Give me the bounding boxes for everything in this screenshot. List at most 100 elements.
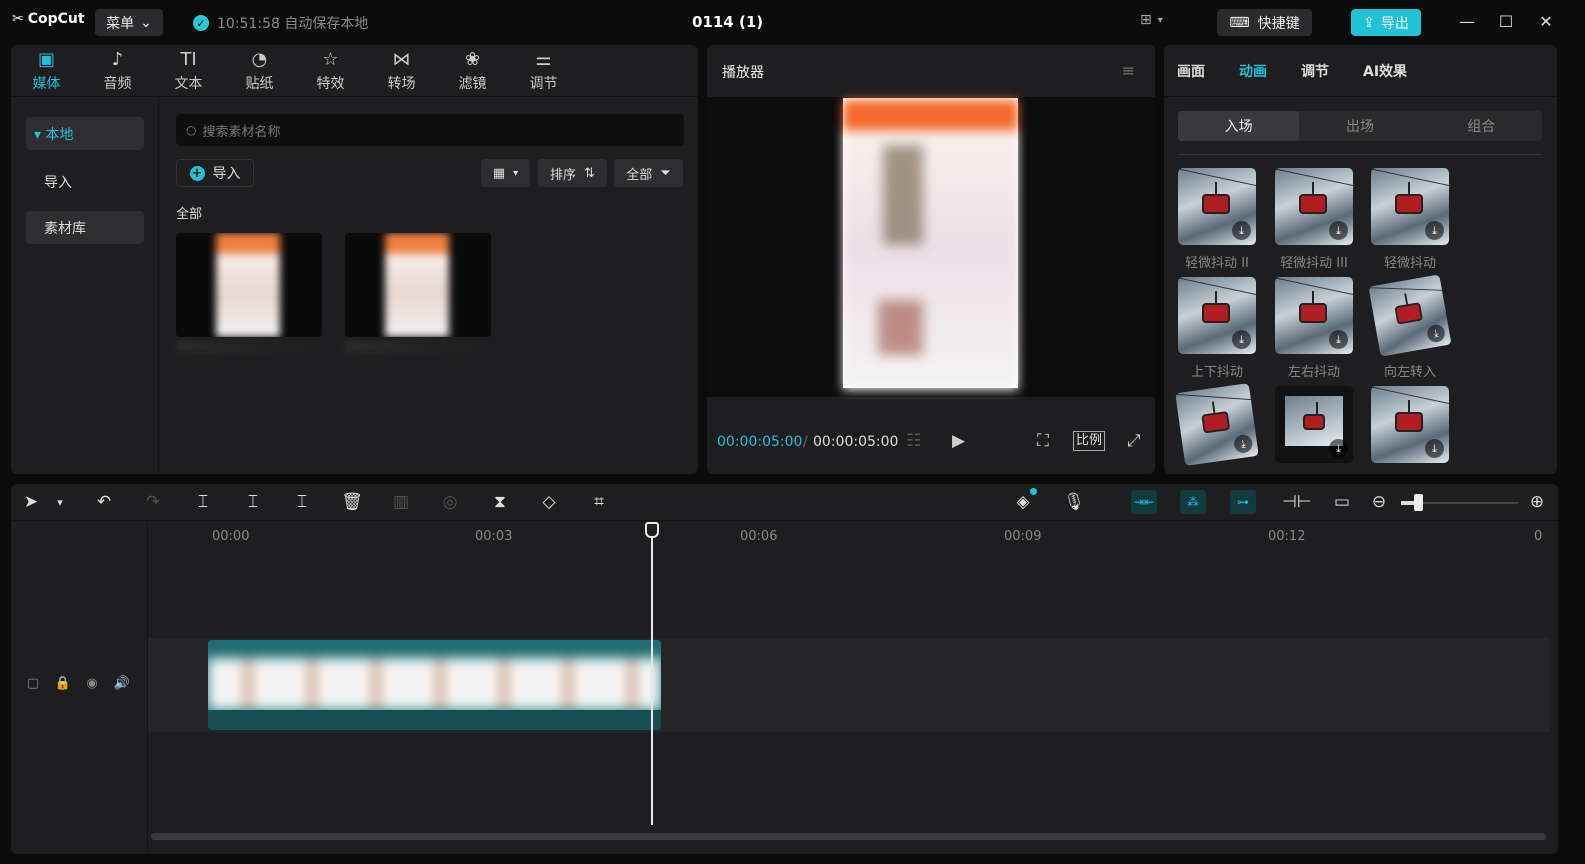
tab-adjust[interactable]: 调节 bbox=[1301, 45, 1329, 97]
search-input[interactable]: ○ 搜索素材名称 bbox=[176, 114, 684, 146]
play-icon[interactable]: ▶ bbox=[952, 431, 965, 451]
zoom-slider-handle[interactable] bbox=[1414, 494, 1423, 511]
animation-card[interactable]: ⤓ bbox=[1275, 277, 1353, 354]
import-button[interactable]: + 导入 bbox=[176, 159, 254, 187]
export-button[interactable]: ⇪ 导出 bbox=[1351, 9, 1421, 36]
autosave-text: 10:51:58 自动保存本地 bbox=[217, 16, 369, 32]
download-icon[interactable]: ⤓ bbox=[1329, 330, 1348, 349]
download-icon[interactable]: ⤓ bbox=[1425, 439, 1444, 458]
zoom-fit-icon[interactable]: ⛶ bbox=[1037, 431, 1049, 451]
freeze-frame-icon[interactable]: ▥ bbox=[390, 492, 412, 512]
preview-axis-icon[interactable]: ⊣⊢ bbox=[1282, 492, 1312, 512]
undo-icon[interactable]: ↶ bbox=[93, 492, 115, 512]
download-icon[interactable]: ⤓ bbox=[1329, 221, 1348, 240]
lock-icon[interactable]: 🔒 bbox=[54, 676, 72, 691]
preview-frame[interactable] bbox=[843, 98, 1018, 390]
video-clip[interactable] bbox=[208, 640, 661, 730]
sidebar-item-library[interactable]: 素材库 bbox=[26, 211, 144, 244]
time-ruler[interactable]: 00:00 00:03 00:06 00:09 00:12 0 bbox=[148, 521, 1558, 551]
zoom-in-icon[interactable]: ⊕ bbox=[1526, 492, 1548, 512]
playhead-handle[interactable] bbox=[645, 522, 659, 538]
delete-icon[interactable]: 🗑 bbox=[341, 492, 363, 512]
download-icon[interactable]: ⤓ bbox=[1233, 433, 1254, 455]
link-icon[interactable]: ⊶ bbox=[1230, 490, 1256, 514]
caption-icon[interactable]: ▭ bbox=[1331, 492, 1353, 512]
track-preview-icon[interactable]: ▢ bbox=[24, 676, 42, 691]
subtab-out[interactable]: 出场 bbox=[1299, 111, 1420, 141]
logo-text: CopCut bbox=[27, 11, 85, 27]
tab-text[interactable]: TI 文本 bbox=[153, 45, 224, 97]
hamburger-icon[interactable]: ≡ bbox=[1122, 61, 1135, 80]
main-track-magnet-icon[interactable]: ⇥⇤ bbox=[1131, 490, 1157, 514]
sidebar-item-import[interactable]: 导入 bbox=[26, 165, 144, 198]
animation-card[interactable]: ⤓ bbox=[1175, 383, 1259, 466]
redo-icon[interactable]: ↷ bbox=[142, 492, 164, 512]
preview-stage bbox=[707, 97, 1155, 397]
media-thumbnail[interactable] bbox=[176, 233, 322, 337]
tab-label: 贴纸 bbox=[245, 76, 274, 92]
sidebar-item-local[interactable]: ▾ 本地 bbox=[26, 117, 144, 150]
minimize-icon[interactable]: — bbox=[1457, 12, 1477, 31]
animation-card[interactable]: ⤓ bbox=[1368, 274, 1452, 357]
shortcut-button[interactable]: ⌨ 快捷键 bbox=[1217, 9, 1312, 36]
tab-filter[interactable]: ❀ 滤镜 bbox=[437, 45, 508, 97]
text-icon: TI bbox=[180, 49, 197, 70]
split-left-icon[interactable]: ⌶ bbox=[242, 492, 264, 512]
tab-adjust[interactable]: ⚌ 调节 bbox=[508, 45, 579, 97]
fullscreen-icon[interactable]: ⤢ bbox=[1127, 431, 1141, 451]
download-icon[interactable]: ⤓ bbox=[1232, 221, 1251, 240]
animation-card[interactable]: ⤓ bbox=[1371, 168, 1449, 245]
speaker-icon[interactable]: 🔊 bbox=[113, 676, 131, 691]
media-toolbar: ▣ 媒体 ♪ 音频 TI 文本 ◔ 贴纸 ☆ 特效 ⋈ 转场 ❀ 滤镜 ⚌ 调节 bbox=[11, 45, 698, 97]
animation-card[interactable]: ⤓ bbox=[1178, 277, 1256, 354]
reverse-play-icon[interactable]: ◎ bbox=[439, 492, 461, 512]
media-thumbnail[interactable] bbox=[345, 233, 491, 337]
tab-sticker[interactable]: ◔ 贴纸 bbox=[224, 45, 295, 97]
layout-button[interactable]: ⊞ ▾ bbox=[1140, 12, 1163, 28]
split-icon[interactable]: ⌶ bbox=[192, 492, 214, 512]
animation-card[interactable]: ⤓ bbox=[1275, 168, 1353, 245]
playhead[interactable] bbox=[651, 522, 653, 825]
select-cursor-icon[interactable]: ➤ bbox=[20, 492, 42, 512]
timecode-grid-icon[interactable]: ☷ bbox=[906, 431, 921, 451]
download-icon[interactable]: ⤓ bbox=[1425, 221, 1444, 240]
menu-button[interactable]: 菜单 ⌄ bbox=[95, 9, 163, 36]
split-right-icon[interactable]: ⌶ bbox=[291, 492, 313, 512]
tab-media[interactable]: ▣ 媒体 bbox=[11, 45, 82, 97]
tab-picture[interactable]: 画面 bbox=[1177, 45, 1205, 97]
ratio-button[interactable]: 比例 bbox=[1073, 431, 1106, 451]
animation-card[interactable]: ⤓ bbox=[1178, 168, 1256, 245]
media-filename bbox=[176, 341, 322, 353]
chevron-down-icon[interactable]: ▾ bbox=[49, 496, 71, 509]
chevron-down-icon: ▾ bbox=[513, 167, 519, 179]
animation-card[interactable]: ⤓ bbox=[1275, 386, 1353, 463]
crop-icon[interactable]: ⌗ bbox=[588, 492, 610, 512]
subtab-in[interactable]: 入场 bbox=[1178, 111, 1300, 141]
download-icon[interactable]: ⤓ bbox=[1232, 330, 1251, 349]
rotate-icon[interactable]: ◇ bbox=[538, 492, 560, 512]
tab-effects[interactable]: ☆ 特效 bbox=[295, 45, 366, 97]
tab-ai-effects[interactable]: AI效果 bbox=[1363, 45, 1407, 97]
sliders-icon: ⚌ bbox=[535, 49, 552, 70]
mirror-icon[interactable]: ⧗ bbox=[489, 492, 511, 512]
subtab-combo[interactable]: 组合 bbox=[1421, 111, 1542, 141]
eye-icon[interactable]: ◉ bbox=[83, 676, 101, 691]
sort-button[interactable]: 排序 ⇅ bbox=[538, 159, 607, 187]
tab-animation[interactable]: 动画 bbox=[1239, 45, 1267, 97]
keyboard-icon: ⌨ bbox=[1229, 14, 1250, 31]
download-icon[interactable]: ⤓ bbox=[1425, 323, 1447, 344]
download-icon[interactable]: ⤓ bbox=[1329, 439, 1348, 458]
tab-audio[interactable]: ♪ 音频 bbox=[82, 45, 153, 97]
microphone-icon[interactable]: 🎙 bbox=[1063, 492, 1085, 512]
animation-card[interactable]: ⤓ bbox=[1371, 386, 1449, 463]
filter-button[interactable]: 全部 ⏷ bbox=[614, 159, 683, 187]
view-mode-button[interactable]: ▦ ▾ bbox=[481, 159, 530, 187]
maximize-icon[interactable]: ☐ bbox=[1496, 12, 1516, 31]
zoom-out-icon[interactable]: ⊖ bbox=[1368, 492, 1390, 512]
magic-tag-icon[interactable]: ◈ bbox=[1012, 492, 1034, 512]
tab-transition[interactable]: ⋈ 转场 bbox=[366, 45, 437, 97]
horizontal-scrollbar[interactable] bbox=[151, 833, 1546, 840]
auto-snap-icon[interactable]: ⁂ bbox=[1180, 490, 1206, 514]
close-icon[interactable]: ✕ bbox=[1536, 12, 1556, 31]
tab-label: 媒体 bbox=[32, 76, 61, 92]
